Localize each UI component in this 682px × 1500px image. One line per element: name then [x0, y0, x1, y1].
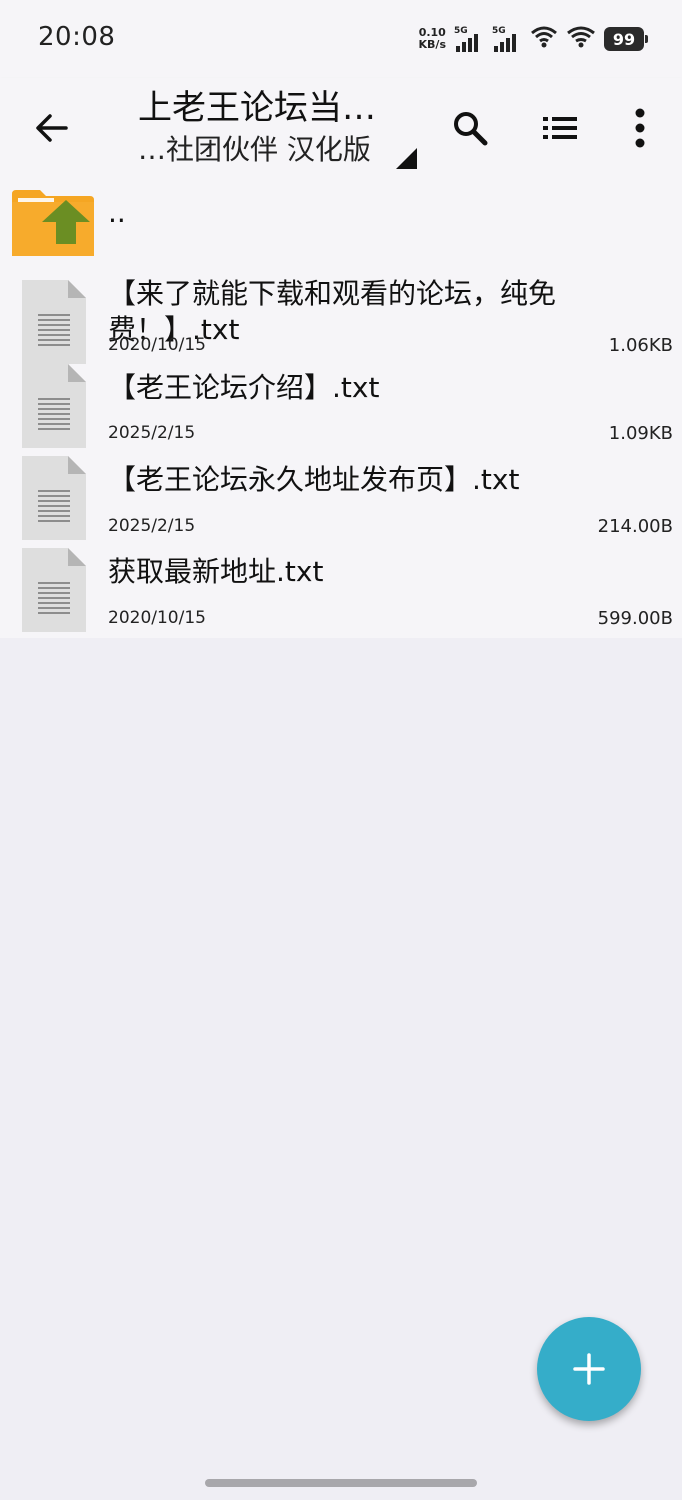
battery-level: 99	[612, 29, 636, 49]
parent-directory-label: ..	[108, 196, 126, 229]
file-date: 2025/2/15	[108, 423, 196, 443]
view-mode-button[interactable]	[536, 104, 584, 152]
list-item[interactable]: 【来了就能下载和观看的论坛，纯免费！】.txt 2020/10/15 1.06K…	[0, 262, 682, 364]
search-button[interactable]	[446, 104, 494, 152]
cellular-signal-1-icon: 5G	[454, 26, 484, 52]
parent-directory-row[interactable]: ..	[0, 178, 682, 262]
title-line-2: …社团伙伴 汉化版	[138, 133, 371, 166]
wifi-icon	[566, 25, 596, 53]
text-file-icon	[22, 548, 86, 636]
text-file-icon	[22, 456, 86, 544]
file-name: 【老王论坛介绍】.txt	[108, 371, 380, 404]
list-item[interactable]: 【老王论坛永久地址发布页】.txt 2025/2/15 214.00B	[0, 454, 682, 546]
list-view-icon	[543, 117, 577, 139]
network-speed: 0.10 KB/s	[419, 27, 446, 51]
network-speed-unit: KB/s	[418, 38, 446, 51]
plus-icon	[573, 1353, 605, 1385]
arrow-left-icon	[36, 114, 68, 142]
more-options-button[interactable]	[616, 104, 664, 152]
file-size: 599.00B	[597, 608, 673, 629]
title-line-1: 上老王论坛当…	[138, 88, 376, 128]
file-list: .. 【来了就能下载和观看的论坛，纯免费！】.txt 2020/10/15 1.…	[0, 178, 682, 638]
status-bar: 20:08 0.10 KB/s 5G 5G 99	[0, 0, 682, 78]
home-indicator[interactable]	[205, 1479, 477, 1487]
file-date: 2020/10/15	[108, 335, 206, 355]
status-icons: 0.10 KB/s 5G 5G 99	[419, 24, 648, 54]
file-size: 1.06KB	[608, 335, 673, 356]
wifi-hotspot-icon	[530, 25, 558, 53]
file-size: 214.00B	[597, 516, 673, 537]
text-file-icon	[22, 280, 86, 368]
search-icon	[454, 112, 488, 146]
battery-icon: 99	[604, 27, 648, 51]
file-name: 获取最新地址.txt	[108, 555, 324, 588]
status-time: 20:08	[38, 22, 116, 52]
file-size: 1.09KB	[608, 423, 673, 444]
back-button[interactable]	[28, 104, 76, 152]
list-item[interactable]: 【老王论坛介绍】.txt 2025/2/15 1.09KB	[0, 360, 682, 454]
toolbar: 上老王论坛当… …社团伙伴 汉化版	[0, 78, 682, 178]
file-date: 2025/2/15	[108, 516, 196, 536]
more-vert-icon	[635, 108, 645, 148]
path-title[interactable]: 上老王论坛当… …社团伙伴 汉化版	[138, 86, 428, 170]
list-item[interactable]: 获取最新地址.txt 2020/10/15 599.00B	[0, 546, 682, 638]
text-file-icon	[22, 364, 86, 452]
dropdown-triangle-icon[interactable]	[396, 148, 417, 169]
folder-up-icon	[10, 188, 96, 262]
file-name: 【老王论坛永久地址发布页】.txt	[108, 463, 520, 496]
file-date: 2020/10/15	[108, 608, 206, 628]
add-fab-button[interactable]	[537, 1317, 641, 1421]
cellular-signal-2-icon: 5G	[492, 26, 522, 52]
